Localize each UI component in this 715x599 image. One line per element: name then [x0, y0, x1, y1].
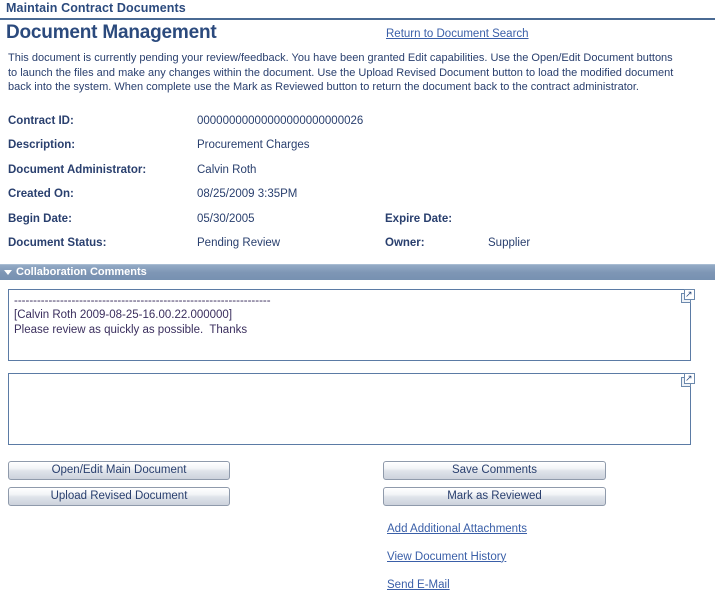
app-title-bar: Maintain Contract Documents: [0, 0, 715, 20]
field-row-created-on: Created On: 08/25/2009 3:35PM: [8, 182, 715, 207]
new-comment-wrapper: ↗: [8, 372, 695, 448]
field-row-document-status: Document Status: Pending Review Owner: S…: [8, 231, 715, 256]
mark-as-reviewed-button[interactable]: Mark as Reviewed: [383, 486, 606, 506]
expand-icon[interactable]: ↗: [681, 372, 695, 387]
page-title-row: Document Management Return to Document S…: [0, 20, 715, 47]
open-edit-main-document-button[interactable]: Open/Edit Main Document: [8, 460, 230, 480]
action-buttons: Open/Edit Main Document Upload Revised D…: [0, 460, 715, 513]
link-row-add-attachments: Add Additional Attachments: [387, 515, 715, 543]
field-row-begin-date: Begin Date: 05/30/2005 Expire Date:: [8, 207, 715, 232]
field-row-document-administrator: Document Administrator: Calvin Roth: [8, 158, 715, 183]
save-comments-button[interactable]: Save Comments: [383, 460, 606, 480]
add-additional-attachments-link[interactable]: Add Additional Attachments: [387, 523, 527, 535]
existing-comments-textarea[interactable]: [8, 288, 691, 361]
begin-date-label: Begin Date:: [8, 212, 72, 225]
existing-comments-wrapper: ↗: [8, 288, 695, 364]
chevron-down-icon[interactable]: [4, 270, 12, 275]
created-on-label: Created On:: [8, 188, 74, 200]
description-value: Procurement Charges: [197, 139, 310, 151]
send-email-link[interactable]: Send E-Mail: [387, 579, 450, 591]
expand-icon[interactable]: ↗: [681, 288, 695, 303]
contract-id-value: 00000000000000000000000026: [197, 114, 364, 127]
field-row-description: Description: Procurement Charges: [8, 133, 715, 158]
document-status-label: Document Status:: [8, 237, 107, 249]
description-label: Description:: [8, 139, 76, 151]
return-to-document-search-link[interactable]: Return to Document Search: [386, 28, 529, 40]
created-on-value: 08/25/2009 3:35PM: [197, 188, 298, 200]
upload-revised-document-button[interactable]: Upload Revised Document: [8, 486, 230, 506]
contract-id-label: Contract ID:: [8, 114, 74, 127]
view-document-history-link[interactable]: View Document History: [387, 551, 506, 563]
instructions-text: This document is currently pending your …: [8, 52, 674, 93]
collaboration-comments-section-header[interactable]: Collaboration Comments: [0, 263, 715, 280]
new-comment-textarea[interactable]: [8, 372, 691, 445]
page-title: Document Management: [6, 22, 217, 43]
owner-label: Owner:: [385, 237, 425, 249]
collaboration-comments-label: Collaboration Comments: [16, 265, 147, 278]
bottom-links: Add Additional Attachments View Document…: [0, 515, 715, 599]
app-title: Maintain Contract Documents: [6, 1, 186, 15]
begin-date-value: 05/30/2005: [197, 212, 255, 225]
expand-icon-arrow: ↗: [685, 372, 693, 383]
expire-date-label: Expire Date:: [385, 212, 453, 225]
document-status-value: Pending Review: [197, 237, 281, 249]
link-row-view-history: View Document History: [387, 543, 715, 571]
link-row-send-email: Send E-Mail: [387, 571, 715, 599]
field-row-contract-id: Contract ID: 00000000000000000000000026: [8, 109, 715, 134]
owner-value: Supplier: [488, 237, 531, 249]
document-fields: Contract ID: 00000000000000000000000026 …: [0, 109, 715, 256]
document-administrator-value: Calvin Roth: [197, 163, 257, 176]
expand-icon-arrow: ↗: [685, 288, 693, 299]
document-administrator-label: Document Administrator:: [8, 163, 147, 176]
